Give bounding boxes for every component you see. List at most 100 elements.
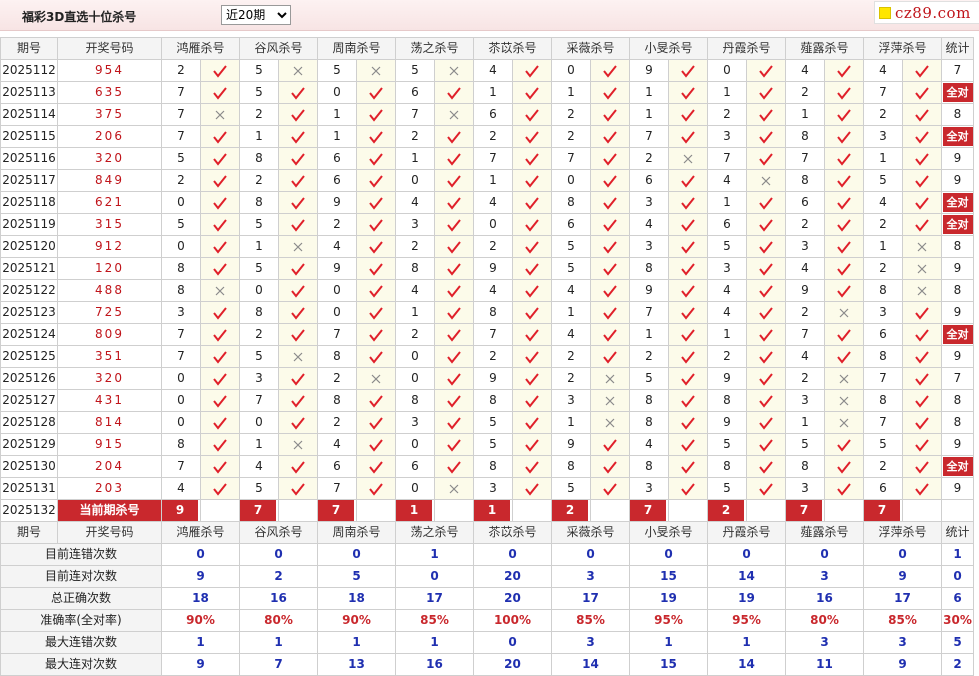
check-icon [758, 195, 774, 210]
kill-number-cell: 5 [707, 477, 747, 500]
stat-value-cell: 85% [551, 609, 630, 632]
kill-number-cell: 0 [161, 191, 201, 214]
correct-cell [590, 455, 630, 478]
stat-total-cell: 5 [941, 631, 974, 654]
kill-number-table: 期号 开奖号码 鸿雁杀号 谷风杀号 周南杀号 荡之杀号 苶苡杀号 采薇杀号 小旻杀号 丹霞杀号 薤露… [0, 37, 974, 676]
table-row: 2025120 912 0 1 4 2 2 5 3 5 3 1 8 [0, 235, 974, 258]
correct-cell [434, 411, 474, 434]
table-row: 2025130 204 7 4 6 6 8 8 8 8 8 2 全对 [0, 455, 974, 478]
correct-cell [434, 213, 474, 236]
kill-number-cell: 1 [629, 103, 669, 126]
kill-number-cell: 9 [707, 367, 747, 390]
stat-value-cell: 15 [629, 565, 708, 588]
correct-cell [902, 59, 942, 82]
check-icon [914, 63, 930, 78]
check-icon [602, 261, 618, 276]
correct-cell [668, 103, 708, 126]
col-header-expert: 鸿雁杀号 [161, 37, 240, 60]
check-icon [524, 481, 540, 496]
correct-cell [434, 389, 474, 412]
draw-code-cell: 725 [57, 301, 162, 324]
correct-cell [668, 455, 708, 478]
kill-number-cell: 8 [551, 191, 591, 214]
kill-number-cell: 0 [161, 367, 201, 390]
kill-number-cell: 2 [161, 169, 201, 192]
check-icon [524, 195, 540, 210]
correct-cell [512, 169, 552, 192]
stat-value-cell: 3 [551, 631, 630, 654]
stat-value-cell: 15 [629, 653, 708, 676]
correct-cell [590, 147, 630, 170]
correct-cell [668, 257, 708, 280]
stat-row: 总正确次数 18 16 18 17 20 17 19 19 16 17 6 [0, 587, 974, 610]
check-icon [446, 437, 462, 452]
check-icon [914, 195, 930, 210]
correct-cell [512, 103, 552, 126]
kill-number-cell: 7 [161, 323, 201, 346]
kill-number-cell: 6 [317, 455, 357, 478]
check-icon [602, 85, 618, 100]
stat-value-cell: 9 [161, 565, 240, 588]
check-icon [290, 173, 306, 188]
issue-cell: 2025117 [0, 169, 58, 192]
check-icon [758, 327, 774, 342]
stat-value-cell: 95% [707, 609, 786, 632]
col-header-expert: 薤露杀号 [785, 521, 864, 544]
check-icon [680, 327, 696, 342]
kill-number-cell: 2 [473, 235, 513, 258]
issue-cell: 2025113 [0, 81, 58, 104]
current-kill-value: 7 [864, 500, 900, 521]
site-logo[interactable]: cz89.com [874, 1, 979, 24]
wrong-cell [668, 147, 708, 170]
table-row: 2025115 206 7 1 1 2 2 2 7 3 8 3 全对 [0, 125, 974, 148]
stat-value-cell: 95% [629, 609, 708, 632]
wrong-cell [356, 367, 396, 390]
current-kill-value-cell: 7 [863, 499, 903, 522]
stat-total-cell: 30% [941, 609, 974, 632]
stat-value-cell: 20 [473, 587, 552, 610]
kill-number-cell: 2 [239, 103, 279, 126]
check-icon [914, 437, 930, 452]
check-icon [836, 349, 852, 364]
correct-cell [668, 235, 708, 258]
stat-value-cell: 18 [161, 587, 240, 610]
correct-cell [668, 323, 708, 346]
correct-cell [200, 323, 240, 346]
period-select[interactable]: 近20期 [221, 5, 291, 25]
correct-cell [512, 389, 552, 412]
table-row: 2025119 315 5 5 2 3 0 6 4 6 2 2 全对 [0, 213, 974, 236]
kill-number-cell: 5 [239, 59, 279, 82]
check-icon [680, 107, 696, 122]
correct-cell [746, 301, 786, 324]
kill-number-cell: 5 [551, 477, 591, 500]
check-icon [524, 261, 540, 276]
stat-value-cell: 90% [161, 609, 240, 632]
check-icon [446, 327, 462, 342]
stat-value-cell: 1 [161, 631, 240, 654]
check-icon [602, 217, 618, 232]
check-icon [914, 459, 930, 474]
check-icon [836, 481, 852, 496]
correct-cell [746, 367, 786, 390]
total-cell: 9 [941, 169, 974, 192]
check-icon [368, 459, 384, 474]
stat-value-cell: 18 [317, 587, 396, 610]
correct-cell [590, 169, 630, 192]
kill-number-cell: 0 [239, 279, 279, 302]
correct-cell [746, 323, 786, 346]
stat-row: 准确率(全对率) 90% 80% 90% 85% 100% 85% 95% 95% 80% 85% 3… [0, 609, 974, 632]
kill-number-cell: 4 [239, 455, 279, 478]
check-icon [446, 173, 462, 188]
stat-label-cell: 最大连错次数 [0, 631, 162, 654]
total-cell: 9 [941, 433, 974, 456]
check-icon [602, 129, 618, 144]
stat-value-cell: 20 [473, 653, 552, 676]
correct-cell [668, 279, 708, 302]
page-title: 福彩3D直选十位杀号 [22, 10, 137, 24]
correct-cell [512, 235, 552, 258]
stat-value-cell: 17 [395, 587, 474, 610]
correct-cell [668, 477, 708, 500]
correct-cell [668, 367, 708, 390]
correct-cell [746, 279, 786, 302]
current-kill-value: 9 [162, 500, 198, 521]
